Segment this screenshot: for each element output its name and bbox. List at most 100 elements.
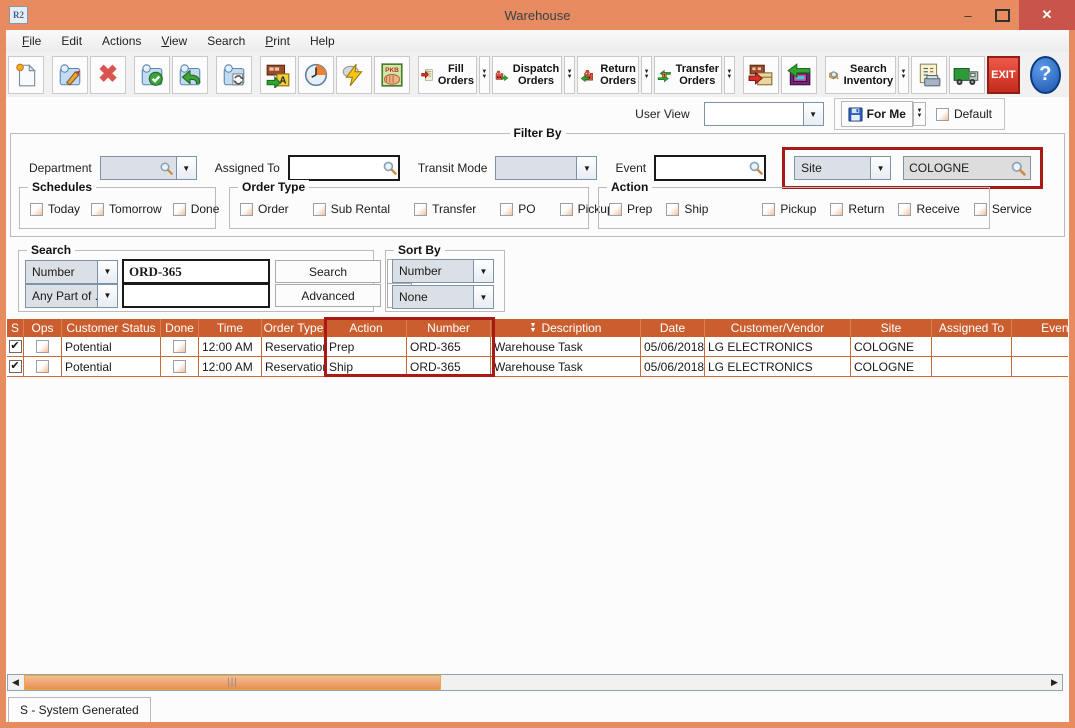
dispatch-orders-dropdown[interactable]: ▼▼ <box>564 56 575 94</box>
ops-checkbox[interactable] <box>36 360 49 373</box>
transfer-orders-dropdown[interactable]: ▼▼ <box>724 56 735 94</box>
scroll-right-arrow[interactable]: ▶ <box>1047 675 1062 690</box>
table-row[interactable]: ✔ Potential 12:00 AM Reservation Prep OR… <box>7 337 1068 357</box>
chevron-down-icon[interactable]: ▼ <box>576 157 596 179</box>
search-inventory-dropdown[interactable]: ▼▼ <box>898 56 909 94</box>
chevron-down-icon[interactable]: ▼ <box>803 103 823 125</box>
done-checkbox[interactable] <box>173 360 186 373</box>
table-row[interactable]: ✔ Potential 12:00 AM Reservation Ship OR… <box>7 357 1068 377</box>
sort-secondary-select[interactable]: None ▼ <box>392 285 494 309</box>
chevron-down-icon[interactable]: ▼ <box>473 260 493 282</box>
site-select[interactable]: Site ▼ <box>794 156 891 180</box>
col-header-done[interactable]: Done <box>161 319 199 337</box>
menu-file[interactable]: File <box>12 31 51 51</box>
print-list-button[interactable] <box>911 56 947 94</box>
search-icon[interactable] <box>382 160 398 176</box>
search-icon[interactable] <box>748 160 764 176</box>
return-items-button[interactable] <box>781 56 817 94</box>
menu-actions[interactable]: Actions <box>92 31 151 51</box>
scrollbar-thumb[interactable]: ||| <box>24 675 441 690</box>
user-view-select[interactable]: ▼ <box>704 102 824 126</box>
col-header-date[interactable]: Date <box>641 319 705 337</box>
transfer-orders-button[interactable]: T TransferOrders <box>654 56 722 94</box>
delete-button[interactable]: ✖ <box>90 56 126 94</box>
checkbox-tomorrow[interactable]: Tomorrow <box>91 202 162 216</box>
checkbox-po[interactable]: PO <box>500 202 535 216</box>
for-me-dropdown[interactable]: ▼▼ <box>913 102 926 126</box>
receive-items-button[interactable] <box>743 56 779 94</box>
save-for-me-button[interactable]: For Me <box>841 101 913 127</box>
system-checkbox-checked[interactable]: ✔ <box>9 360 22 373</box>
truck-button[interactable] <box>949 56 985 94</box>
menu-edit[interactable]: Edit <box>51 31 92 51</box>
help-button[interactable]: ? <box>1030 56 1061 94</box>
menu-help[interactable]: Help <box>300 31 345 51</box>
revert-schedule-button[interactable] <box>172 56 208 94</box>
checkbox-done[interactable]: Done <box>173 202 220 216</box>
menu-print[interactable]: Print <box>255 31 300 51</box>
return-orders-button[interactable]: ReturnOrders <box>577 56 639 94</box>
exit-button[interactable]: EXIT <box>987 56 1020 94</box>
assigned-to-input[interactable] <box>288 155 400 181</box>
checkbox-service[interactable]: Service <box>974 202 1032 216</box>
search-field-select[interactable]: Number ▼ <box>25 260 118 284</box>
default-checkbox[interactable] <box>936 108 949 121</box>
return-orders-dropdown[interactable]: ▼▼ <box>641 56 652 94</box>
time-button[interactable] <box>298 56 334 94</box>
edit-schedule-button[interactable] <box>52 56 88 94</box>
confirm-schedule-button[interactable] <box>134 56 170 94</box>
advanced-button[interactable]: Advanced <box>275 284 381 307</box>
dispatch-orders-button[interactable]: DispatchOrders <box>492 56 562 94</box>
auto-assign-button[interactable]: A <box>260 56 296 94</box>
col-header-customer-status[interactable]: Customer Status <box>62 319 161 337</box>
checkbox-receive[interactable]: Receive <box>898 202 959 216</box>
chevron-down-icon[interactable]: ▼ <box>97 285 117 307</box>
menu-search[interactable]: Search <box>197 31 255 51</box>
col-header-number[interactable]: Number <box>407 319 491 337</box>
col-header-customer-vendor[interactable]: Customer/Vendor <box>705 319 851 337</box>
site-value-field[interactable]: COLOGNE <box>903 156 1031 180</box>
col-header-assigned-to[interactable]: Assigned To <box>932 319 1012 337</box>
checkbox-order[interactable]: Order <box>240 202 289 216</box>
search-match-select[interactable]: Any Part of ... ▼ <box>25 284 118 308</box>
chevron-down-icon[interactable]: ▼ <box>473 286 493 308</box>
ops-checkbox[interactable] <box>36 340 49 353</box>
pkb-button[interactable]: PKB <box>374 56 410 94</box>
horizontal-scrollbar[interactable]: ◀ ||| ▶ <box>7 674 1063 691</box>
checkbox-return[interactable]: Return <box>830 202 884 216</box>
system-checkbox-checked[interactable]: ✔ <box>9 340 22 353</box>
col-header-event[interactable]: Event <box>1012 319 1068 337</box>
col-header-ops[interactable]: Ops <box>24 319 62 337</box>
refresh-schedule-button[interactable] <box>216 56 252 94</box>
fill-orders-dropdown[interactable]: ▼▼ <box>479 56 490 94</box>
search-query2-input[interactable] <box>122 283 270 308</box>
transit-mode-select[interactable]: ▼ <box>495 156 597 180</box>
sort-primary-select[interactable]: Number ▼ <box>392 259 494 283</box>
col-header-action[interactable]: Action <box>326 319 407 337</box>
fill-orders-button[interactable]: FillOrders <box>418 56 477 94</box>
chevron-down-icon[interactable]: ▼ <box>176 157 196 179</box>
col-header-time[interactable]: Time <box>199 319 262 337</box>
col-header-order-type[interactable]: Order Type <box>262 319 326 337</box>
search-inventory-button[interactable]: SearchInventory <box>825 56 896 94</box>
col-header-site[interactable]: Site <box>851 319 932 337</box>
checkbox-ship[interactable]: Ship <box>666 202 708 216</box>
search-button[interactable]: Search <box>275 260 381 283</box>
chevron-down-icon[interactable]: ▼ <box>97 261 117 283</box>
checkbox-sub-rental[interactable]: Sub Rental <box>313 202 390 216</box>
col-header-description[interactable]: ▼▼Description <box>491 319 641 337</box>
chevron-down-icon[interactable]: ▼ <box>870 157 890 179</box>
checkbox-transfer[interactable]: Transfer <box>414 202 476 216</box>
col-header-s[interactable]: S <box>7 319 24 337</box>
search-query-input[interactable]: ORD-365 <box>122 259 270 284</box>
new-order-button[interactable] <box>8 56 44 94</box>
search-icon[interactable] <box>1010 160 1027 177</box>
event-input[interactable] <box>654 155 766 181</box>
done-checkbox[interactable] <box>173 340 186 353</box>
department-select[interactable]: ▼ <box>100 156 197 180</box>
quick-action-button[interactable] <box>336 56 372 94</box>
checkbox-today[interactable]: Today <box>30 202 80 216</box>
scroll-left-arrow[interactable]: ◀ <box>8 675 23 690</box>
checkbox-pickup-action[interactable]: Pickup <box>762 202 816 216</box>
checkbox-prep[interactable]: Prep <box>609 202 652 216</box>
